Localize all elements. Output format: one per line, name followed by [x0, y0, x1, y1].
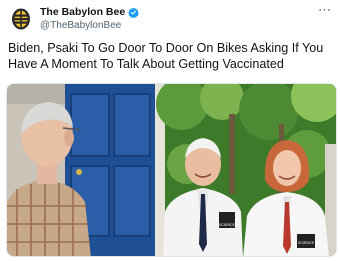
tweet-header: The Babylon Bee @TheBabylonBee ⋯ [6, 3, 334, 34]
author-handle[interactable]: @TheBabylonBee [40, 19, 139, 32]
display-name[interactable]: The Babylon Bee [40, 5, 125, 19]
tweet-media-image[interactable]: SCIENCE SCIENCE [6, 83, 337, 257]
babylon-bee-logo-avatar[interactable] [8, 6, 34, 32]
psaki-badge-text: SCIENCE [298, 241, 315, 245]
tweet-text: Biden, Psaki To Go Door To Door On Bikes… [8, 41, 324, 71]
more-options-icon[interactable]: ⋯ [318, 3, 332, 17]
verified-badge-icon [128, 7, 140, 18]
biden-badge-text: SCIENCE [219, 223, 236, 227]
name-row: The Babylon Bee [40, 5, 140, 19]
author-names: The Babylon Bee @TheBabylonBee [40, 5, 140, 32]
